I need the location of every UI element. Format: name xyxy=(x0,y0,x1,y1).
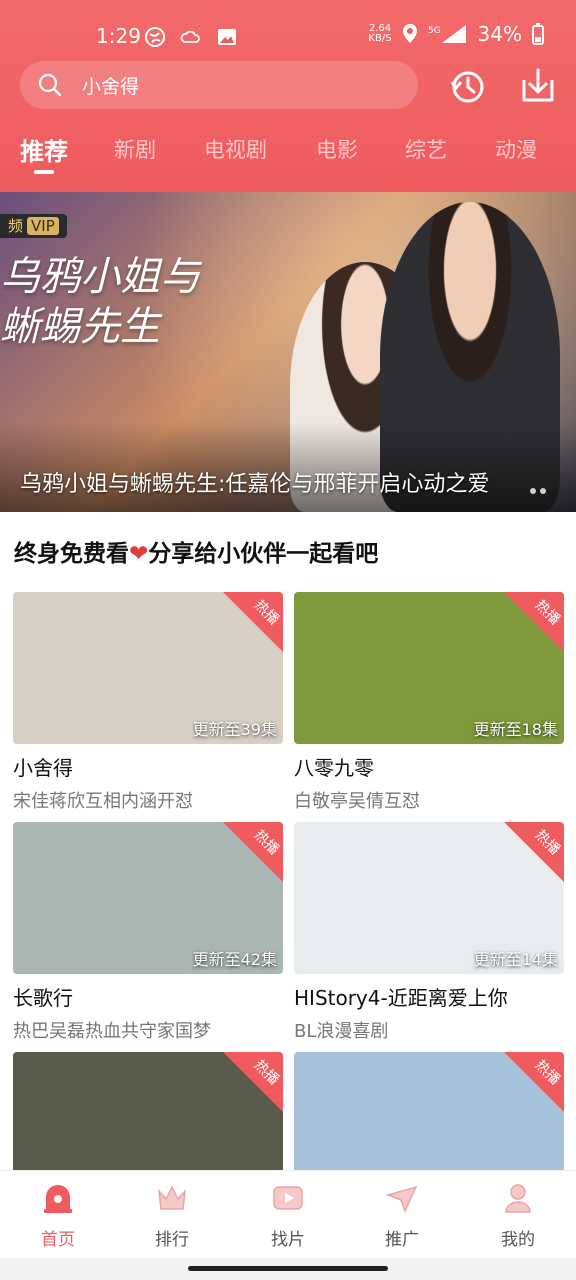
hot-badge: 热播 xyxy=(504,592,564,652)
hot-badge: 热播 xyxy=(223,1052,283,1112)
user-icon xyxy=(505,1184,531,1213)
drama-poster[interactable]: 热播更新至42集 xyxy=(13,822,283,974)
tab-tv-series[interactable]: 电视剧 xyxy=(204,134,267,164)
episode-update: 更新至14集 xyxy=(473,950,558,969)
episode-update: 更新至18集 xyxy=(473,720,558,739)
nav-promote[interactable]: 推广 xyxy=(362,1181,442,1250)
nav-home[interactable]: 首页 xyxy=(18,1181,98,1250)
status-time: 1:29 xyxy=(96,24,141,48)
drama-description: 白敬亭吴倩互怼 xyxy=(294,791,420,812)
heart-icon: ❤ xyxy=(129,541,149,567)
bottom-navigation: 首页 排行 找片 推广 我的 xyxy=(0,1170,576,1258)
carousel-dot xyxy=(540,488,546,494)
drama-poster[interactable]: 热播更新至18集 xyxy=(294,592,564,744)
send-icon xyxy=(385,1185,418,1213)
network-speed: 2.64 KB/S xyxy=(368,24,391,44)
tab-variety[interactable]: 综艺 xyxy=(405,134,447,164)
search-icon xyxy=(38,73,62,97)
category-tabs: 推荐 新剧 电视剧 电影 综艺 动漫 xyxy=(0,128,576,176)
hot-badge: 热播 xyxy=(504,822,564,882)
globe-icon xyxy=(145,27,165,47)
battery-level: 34% xyxy=(477,22,522,46)
cloud-icon xyxy=(180,30,200,43)
tab-movies[interactable]: 电影 xyxy=(316,134,358,164)
drama-description: 热巴吴磊热血共守家国梦 xyxy=(13,1021,211,1042)
nav-ranking[interactable]: 排行 xyxy=(132,1181,212,1250)
location-icon xyxy=(402,24,417,43)
home-icon xyxy=(44,1185,72,1213)
status-notification-icons xyxy=(144,26,238,48)
image-icon xyxy=(218,29,236,45)
battery-icon xyxy=(532,23,544,45)
hot-badge: 热播 xyxy=(504,1052,564,1112)
crown-icon xyxy=(157,1185,187,1210)
history-icon[interactable] xyxy=(448,66,488,106)
episode-update: 更新至42集 xyxy=(192,950,277,969)
tab-anime[interactable]: 动漫 xyxy=(495,134,537,164)
search-input[interactable]: 小舍得 xyxy=(82,72,139,99)
nav-home-label: 首页 xyxy=(41,1230,75,1250)
carousel-dot xyxy=(530,488,536,494)
section-title-part1: 终身免费看 xyxy=(14,541,129,567)
signal-icon: 5G xyxy=(428,25,466,43)
home-indicator[interactable] xyxy=(188,1266,388,1271)
status-right: 2.64 KB/S 5G 34% xyxy=(368,22,544,46)
nav-discover-label: 找片 xyxy=(271,1230,305,1250)
drama-card[interactable]: 热播更新至42集长歌行热巴吴磊热血共守家国梦 xyxy=(13,822,283,1043)
drama-poster[interactable]: 热播更新至14集 xyxy=(294,822,564,974)
drama-description: BL浪漫喜剧 xyxy=(294,1021,389,1042)
drama-title[interactable]: 长歌行 xyxy=(13,982,283,1011)
hot-badge: 热播 xyxy=(223,592,283,652)
drama-title[interactable]: 八零九零 xyxy=(294,752,564,781)
nav-promote-label: 推广 xyxy=(385,1230,419,1250)
nav-profile-label: 我的 xyxy=(501,1230,535,1250)
hero-banner[interactable]: 频 VIP 乌鸦小姐与蜥蜴先生 乌鸦小姐与蜥蜴先生:任嘉伦与邢菲开启心动之爱 xyxy=(0,192,576,512)
tab-recommend[interactable]: 推荐 xyxy=(20,132,68,167)
drama-card[interactable]: 热播更新至14集 HIStory4-近距离爱上你 BL浪漫喜剧 xyxy=(294,822,564,1043)
network-type: 5G xyxy=(428,26,441,36)
drama-title[interactable]: HIStory4-近距离爱上你 xyxy=(294,982,564,1011)
tab-new-drama[interactable]: 新剧 xyxy=(114,134,156,164)
drama-description: 宋佳蒋欣互相内涵开怼 xyxy=(13,791,193,812)
section-title-part2: 分享给小伙伴一起看吧 xyxy=(148,541,379,567)
status-bar: 1:29 2.64 KB/S 5G 34% xyxy=(0,18,576,58)
nav-ranking-label: 排行 xyxy=(155,1230,189,1250)
banner-title-art: 乌鸦小姐与蜥蜴先生 xyxy=(0,254,200,350)
drama-card[interactable]: 热播更新至39集小舍得宋佳蒋欣互相内涵开怼 xyxy=(13,592,283,813)
nav-discover[interactable]: 找片 xyxy=(248,1181,328,1250)
banner-caption: 乌鸦小姐与蜥蜴先生:任嘉伦与邢菲开启心动之爱 xyxy=(20,472,490,497)
app-header: 1:29 2.64 KB/S 5G 34% 小舍得 推荐 新剧 电视剧 电影 综… xyxy=(0,0,576,192)
download-icon[interactable] xyxy=(518,66,558,106)
vip-label: VIP xyxy=(27,217,59,235)
hot-badge: 热播 xyxy=(223,822,283,882)
vip-badge: 频 VIP xyxy=(0,214,67,238)
section-title: 终身免费看❤分享给小伙伴一起看吧 xyxy=(14,534,378,568)
drama-title[interactable]: 小舍得 xyxy=(13,752,283,781)
drama-card[interactable]: 热播更新至18集八零九零白敬亭吴倩互怼 xyxy=(294,592,564,813)
active-tab-indicator xyxy=(34,170,54,174)
search-bar[interactable]: 小舍得 xyxy=(20,61,418,109)
nav-profile[interactable]: 我的 xyxy=(478,1181,558,1250)
speed-unit: KB/S xyxy=(368,33,392,44)
drama-poster[interactable]: 热播更新至39集 xyxy=(13,592,283,744)
play-icon xyxy=(273,1186,303,1210)
episode-update: 更新至39集 xyxy=(192,720,277,739)
